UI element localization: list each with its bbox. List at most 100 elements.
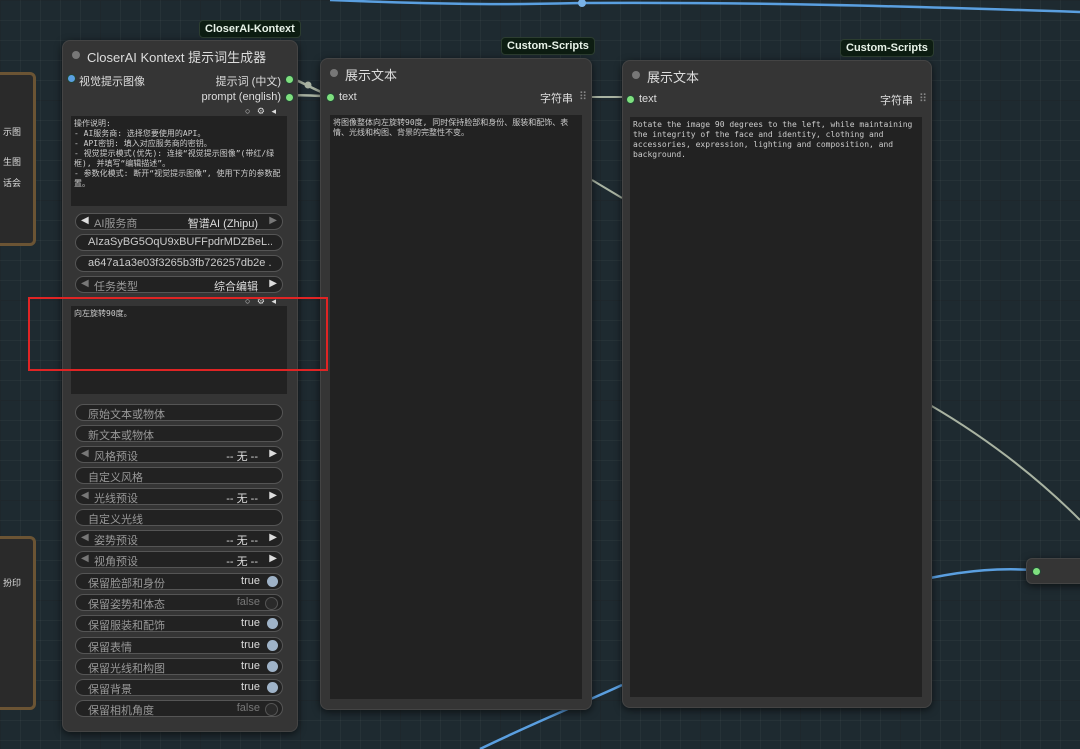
toggle-value: true (241, 659, 260, 672)
toggle-knob[interactable] (267, 660, 278, 672)
style-preset-combo[interactable]: ◀ 风格预设 -- 无 -- ▶ (75, 446, 283, 463)
task-type-next-icon[interactable]: ▶ (269, 278, 277, 289)
toggle-value: true (241, 575, 260, 587)
toggle-label: 保留光线和构图 (88, 662, 165, 675)
task-type-value: 综合编辑 (214, 281, 258, 293)
light-preset-combo[interactable]: ◀ 光线预设 -- 无 -- ▶ (75, 488, 283, 505)
original-text-field[interactable]: 原始文本或物体 (75, 404, 283, 421)
right-node-input-slot[interactable] (1032, 567, 1041, 576)
kontext-node[interactable]: CloserAI Kontext 提示词生成器 视觉提示图像 提示词 (中文) … (62, 40, 298, 732)
show-text-2-input-label: text (639, 93, 657, 105)
toggle-label: 保留相机角度 (88, 705, 154, 718)
light-next-icon[interactable]: ▶ (269, 490, 277, 501)
show-text-1-badge: Custom-Scripts (501, 37, 595, 55)
view-preset-label: 视角预设 (94, 556, 138, 568)
toggle-6[interactable]: 保留相机角度 false (75, 700, 283, 718)
task-type-combo[interactable]: ◀ 任务类型 综合编辑 ▶ (75, 276, 283, 293)
light-prev-icon[interactable]: ◀ (81, 490, 89, 501)
show-text-1-input-label: text (339, 91, 357, 103)
pose-preset-value: -- 无 -- (226, 535, 258, 547)
light-preset-value: -- 无 -- (226, 493, 258, 505)
new-text-label: 新文本或物体 (88, 430, 154, 442)
api-key-1-value: AIzaSyBG5OqU9xBUFFpdrMDZBeL... (88, 236, 272, 248)
api-key-field-1[interactable]: AIzaSyBG5OqU9xBUFFpdrMDZBeL... (75, 234, 283, 251)
pose-next-icon[interactable]: ▶ (269, 532, 277, 543)
wire-gray-mid (591, 179, 623, 199)
style-next-icon[interactable]: ▶ (269, 448, 277, 459)
custom-light-field[interactable]: 自定义光线 (75, 509, 283, 526)
wire-top-blue (329, 0, 1080, 14)
view-prev-icon[interactable]: ◀ (81, 553, 89, 564)
toggle-0[interactable]: 保留脸部和身份 true (75, 573, 283, 590)
task-type-prev-icon[interactable]: ◀ (81, 278, 89, 289)
custom-style-field[interactable]: 自定义风格 (75, 467, 283, 484)
show-text-2-grid-icon: ⠿ (918, 93, 927, 105)
toggle-label: 保留表情 (88, 641, 132, 654)
right-partial-node[interactable] (1026, 558, 1080, 584)
kontext-collapse-dot[interactable] (72, 51, 80, 59)
show-text-2-input-slot[interactable] (626, 95, 635, 104)
new-text-field[interactable]: 新文本或物体 (75, 425, 283, 442)
ai-provider-value: 智谱AI (Zhipu) (187, 218, 258, 230)
toggle-4[interactable]: 保留光线和构图 true (75, 657, 283, 675)
show-text-2-collapse-dot[interactable] (632, 71, 640, 79)
api-key-field-2[interactable]: a647a1a3e03f3265b3fb726257db2e ... (75, 255, 283, 272)
instructions-textarea[interactable]: 操作说明: - AI服务商: 选择您要使用的API。 - API密钥: 填入对应… (71, 116, 287, 206)
view-next-icon[interactable]: ▶ (269, 553, 277, 564)
output-cn-slot[interactable] (285, 75, 294, 84)
view-preset-value: -- 无 -- (226, 556, 258, 568)
wire-gray-right (929, 404, 1080, 521)
image-input-label: 视觉提示图像 (79, 76, 145, 88)
show-text-1-content[interactable]: 将图像整体向左旋转90度, 同时保持脸部和身份、服装和配饰、表情、光线和构图、背… (330, 115, 582, 699)
toggle-knob[interactable] (267, 639, 278, 651)
ai-provider-next-icon[interactable]: ▶ (269, 215, 277, 226)
toggle-2[interactable]: 保留服装和配饰 true (75, 615, 283, 633)
left-node-text-1: 示图 (3, 127, 22, 137)
show-text-2-badge: Custom-Scripts (840, 39, 934, 57)
show-text-1-title: 展示文本 (345, 68, 398, 83)
toggle-1[interactable]: 保留姿势和体态 false (75, 594, 283, 612)
ai-provider-combo[interactable]: ◀ AI服务商 智谱AI (Zhipu) ▶ (75, 213, 283, 230)
show-text-1-output-label: 字符串 (540, 93, 573, 105)
output-en-slot[interactable] (285, 93, 294, 102)
style-prev-icon[interactable]: ◀ (81, 448, 89, 459)
left-node-text-3: 话会 (3, 178, 22, 188)
pose-preset-label: 姿势预设 (94, 535, 138, 547)
show-text-node-2[interactable]: 展示文本 text 字符串 ⠿ Rotate the image 90 degr… (622, 60, 932, 708)
custom-style-label: 自定义风格 (88, 472, 143, 484)
wire-blue-right (929, 568, 1035, 580)
task-type-label: 任务类型 (94, 281, 138, 293)
left-node-text-2: 生图 (3, 157, 22, 167)
api-key-2-value: a647a1a3e03f3265b3fb726257db2e ... (88, 257, 272, 269)
toggle-knob[interactable] (267, 618, 278, 630)
left-node-top[interactable]: 示图 生图 话会 (0, 72, 36, 246)
show-text-2-content[interactable]: Rotate the image 90 degrees to the left,… (630, 117, 922, 697)
style-preset-value: -- 无 -- (226, 451, 258, 463)
toggle-knob[interactable] (267, 576, 278, 587)
output-en-label: prompt (english) (201, 91, 281, 103)
pose-preset-combo[interactable]: ◀ 姿势预设 -- 无 -- ▶ (75, 530, 283, 547)
show-text-2-output-label: 字符串 (880, 95, 913, 107)
view-preset-combo[interactable]: ◀ 视角预设 -- 无 -- ▶ (75, 551, 283, 568)
show-text-node-1[interactable]: 展示文本 text 字符串 ⠿ 将图像整体向左旋转90度, 同时保持脸部和身份、… (320, 58, 592, 710)
light-preset-label: 光线预设 (94, 493, 138, 505)
ai-provider-prev-icon[interactable]: ◀ (81, 215, 89, 226)
toggle-5[interactable]: 保留背景 true (75, 679, 283, 696)
ai-provider-label: AI服务商 (94, 218, 138, 230)
show-text-1-input-slot[interactable] (326, 93, 335, 102)
toggle-knob[interactable] (267, 682, 278, 693)
image-input-slot[interactable] (67, 74, 76, 83)
pose-prev-icon[interactable]: ◀ (81, 532, 89, 543)
show-text-1-collapse-dot[interactable] (330, 69, 338, 77)
style-preset-label: 风格预设 (94, 451, 138, 463)
left-node-bottom[interactable]: 扮印 (0, 536, 36, 710)
toggle-3[interactable]: 保留表情 true (75, 636, 283, 654)
toggle-knob[interactable] (265, 703, 278, 717)
kontext-badge: CloserAI-Kontext (199, 20, 301, 38)
highlight-box (28, 297, 328, 371)
toggle-value: false (236, 702, 260, 715)
toggle-knob[interactable] (265, 597, 278, 611)
toggle-value: true (241, 638, 260, 651)
toggle-label: 保留脸部和身份 (88, 578, 165, 590)
output-cn-label: 提示词 (中文) (215, 76, 281, 88)
